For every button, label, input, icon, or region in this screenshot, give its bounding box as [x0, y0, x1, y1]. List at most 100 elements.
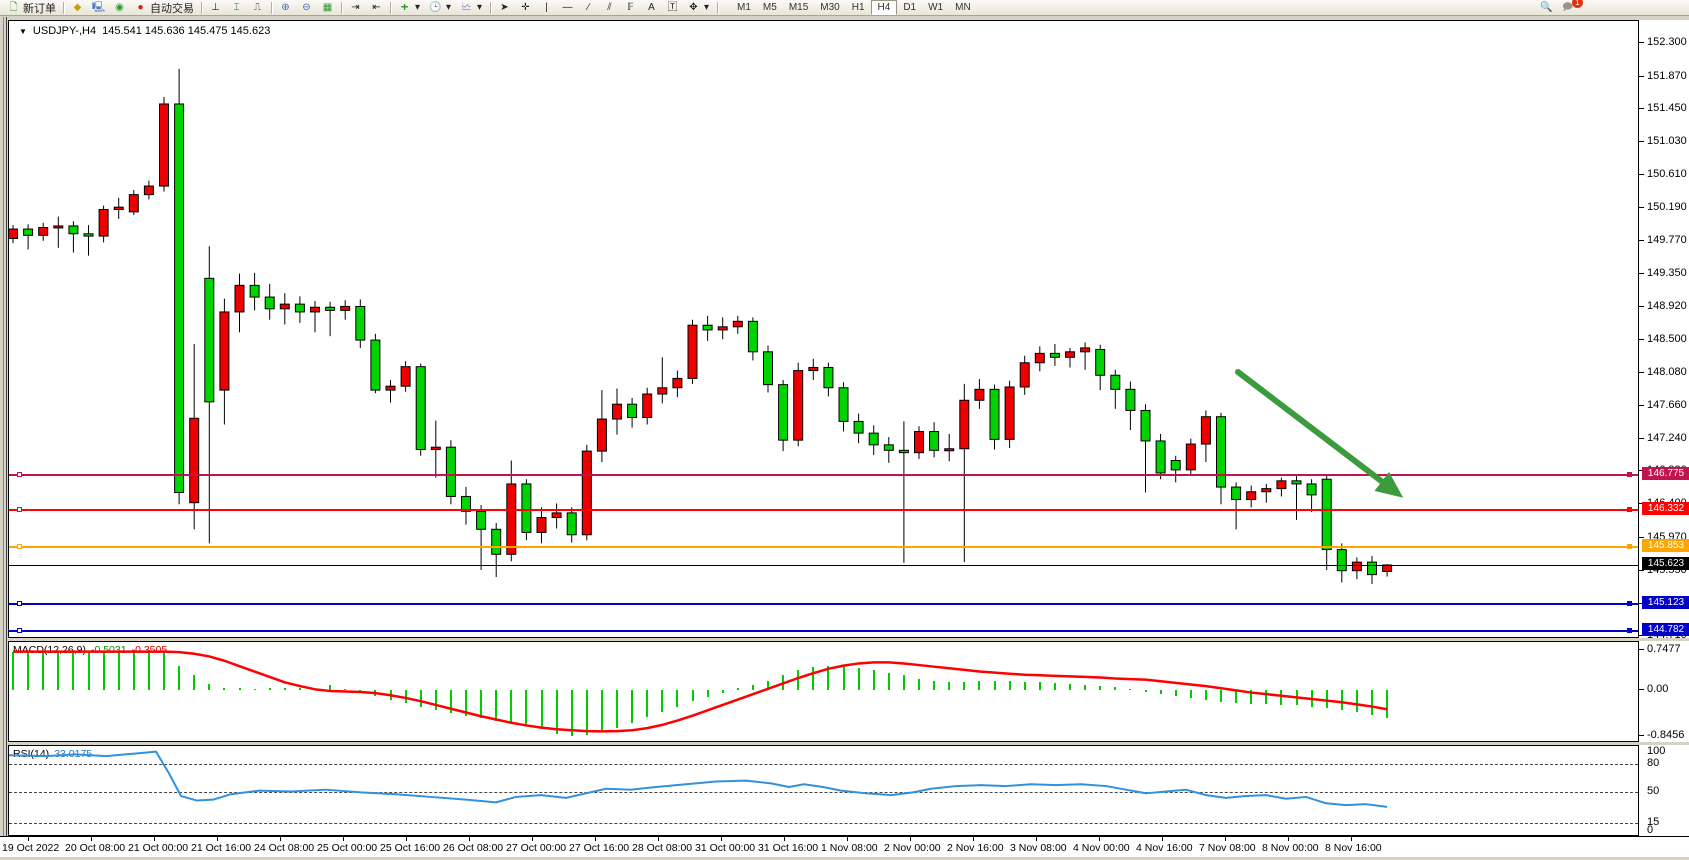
time-tick: [406, 837, 407, 841]
timeframe-button-h1[interactable]: H1: [846, 0, 871, 15]
rsi-polyline: [9, 752, 1387, 807]
price-tick: [1639, 405, 1644, 406]
auto-trading-button[interactable]: ● 自动交易: [130, 0, 198, 15]
cursor-button[interactable]: ➤: [494, 0, 515, 15]
chevron-down-icon: ▾: [476, 1, 483, 14]
price-level-badge: 146.332: [1642, 502, 1689, 515]
price-tick-label: 150.610: [1647, 168, 1687, 180]
price-tick: [1639, 108, 1644, 109]
market-watch-button[interactable]: 🖳: [88, 0, 109, 15]
new-order-button[interactable]: 🗋 新订单: [3, 0, 60, 15]
timeframe-button-m5[interactable]: M5: [757, 0, 783, 15]
auto-trading-label: 自动交易: [150, 0, 194, 16]
text-label-button[interactable]: 🅃: [662, 0, 683, 15]
macd-panel[interactable]: MACD(12,26,9) -0.5031 -0.3505: [8, 641, 1639, 742]
line-chart-button[interactable]: ⎍: [247, 0, 268, 15]
zoom-out-button[interactable]: ⊖: [296, 0, 317, 15]
time-tick: [1162, 837, 1163, 841]
price-chart-panel[interactable]: ▼ USDJPY-,H4 145.541 145.636 145.475 145…: [8, 20, 1639, 638]
crosshair-button[interactable]: ✛: [515, 0, 536, 15]
new-order-label: 新订单: [23, 0, 56, 16]
time-tick: [1288, 837, 1289, 841]
auto-scroll-icon: ⇥: [349, 1, 362, 14]
window-left-border: [0, 17, 8, 856]
macd-tick-label: -0.8456: [1647, 729, 1684, 741]
macd-signal-polyline: [13, 652, 1387, 732]
bar-chart-icon: ⊥: [209, 1, 222, 14]
crosshair-icon: ✛: [519, 1, 532, 14]
arrows-button[interactable]: ✥▾: [683, 0, 714, 15]
price-tick-label: 148.920: [1647, 300, 1687, 312]
line-chart-icon: ⎍: [251, 1, 264, 14]
trendline-button[interactable]: ∕: [578, 0, 599, 15]
time-label: 24 Oct 08:00: [254, 842, 314, 854]
time-label: 2 Nov 00:00: [884, 842, 941, 854]
price-tick: [1639, 42, 1644, 43]
candlestick-chart-button[interactable]: ⌶: [226, 0, 247, 15]
cursor-arrow-icon: ➤: [498, 1, 511, 14]
timeframe-button-mn[interactable]: MN: [949, 0, 977, 15]
price-tick: [1639, 372, 1644, 373]
search-button[interactable]: 🔍: [1536, 0, 1557, 15]
time-tick: [1036, 837, 1037, 841]
rsi-tick-label: 0: [1647, 824, 1653, 836]
timeframe-button-h4[interactable]: H4: [871, 0, 898, 15]
candlestick-icon: ⌶: [230, 1, 243, 14]
fibonacci-button[interactable]: 𝔽: [620, 0, 641, 15]
indicators-button[interactable]: 🞥▾: [394, 0, 425, 15]
clock-icon: 🕒: [429, 1, 442, 14]
trend-arrow-annotation[interactable]: [9, 21, 1640, 639]
time-tick: [973, 837, 974, 841]
time-axis[interactable]: 19 Oct 202220 Oct 08:0021 Oct 00:0021 Oc…: [0, 836, 1689, 857]
timeframe-button-m30[interactable]: M30: [814, 0, 845, 15]
price-tick-label: 149.350: [1647, 267, 1687, 279]
price-tick: [1639, 141, 1644, 142]
time-label: 28 Oct 08:00: [632, 842, 692, 854]
horizontal-line-button[interactable]: —: [557, 0, 578, 15]
vertical-line-icon: |: [540, 1, 553, 14]
time-tick: [910, 837, 911, 841]
periods-button[interactable]: 🕒▾: [425, 0, 456, 15]
macd-axis[interactable]: 0.74770.00-0.8456: [1639, 641, 1689, 742]
tile-windows-icon: ▦: [321, 1, 334, 14]
time-label: 2 Nov 16:00: [947, 842, 1004, 854]
trendline-icon: ∕: [582, 1, 595, 14]
time-label: 4 Nov 00:00: [1073, 842, 1130, 854]
separator: [490, 2, 491, 14]
templates-button[interactable]: 🗠▾: [456, 0, 487, 15]
channel-button[interactable]: ⫽: [599, 0, 620, 15]
auto-scroll-button[interactable]: ⇥: [345, 0, 366, 15]
down-trend-arrow[interactable]: [1238, 372, 1397, 493]
cursor-tool-button[interactable]: ◆: [67, 0, 88, 15]
text-button[interactable]: A: [641, 0, 662, 15]
timeframe-button-w1[interactable]: W1: [922, 0, 949, 15]
chart-shift-button[interactable]: ⇤: [366, 0, 387, 15]
time-tick: [1225, 837, 1226, 841]
price-level-badge: 145.853: [1642, 539, 1689, 552]
pointer-3d-icon: ◆: [71, 1, 84, 14]
timeframe-button-d1[interactable]: D1: [897, 0, 922, 15]
rsi-panel[interactable]: RSI(14) 33.0175: [8, 745, 1639, 836]
timeframe-group: M1M5M15M30H1H4D1W1MN: [728, 0, 980, 16]
price-tick-label: 152.300: [1647, 36, 1687, 48]
notifications-button[interactable]: 🗩 1: [1557, 0, 1578, 15]
price-tick-label: 151.450: [1647, 102, 1687, 114]
chart-shift-icon: ⇤: [370, 1, 383, 14]
macd-tick: [1639, 689, 1644, 690]
price-tick: [1639, 240, 1644, 241]
macd-tick-label: 0.7477: [1647, 643, 1681, 655]
timeframe-button-m15[interactable]: M15: [783, 0, 814, 15]
separator: [717, 2, 718, 14]
price-level-badge: 144.782: [1642, 623, 1689, 636]
price-axis[interactable]: 144.710145.130145.550145.970146.400146.8…: [1639, 20, 1689, 638]
bar-chart-button[interactable]: ⊥: [205, 0, 226, 15]
tile-windows-button[interactable]: ▦: [317, 0, 338, 15]
time-tick: [154, 837, 155, 841]
time-tick: [721, 837, 722, 841]
rsi-axis[interactable]: 1008050150: [1639, 745, 1689, 836]
separator: [201, 2, 202, 14]
timeframe-button-m1[interactable]: M1: [731, 0, 757, 15]
vertical-line-button[interactable]: |: [536, 0, 557, 15]
zoom-in-button[interactable]: ⊕: [275, 0, 296, 15]
signals-button[interactable]: ◉: [109, 0, 130, 15]
